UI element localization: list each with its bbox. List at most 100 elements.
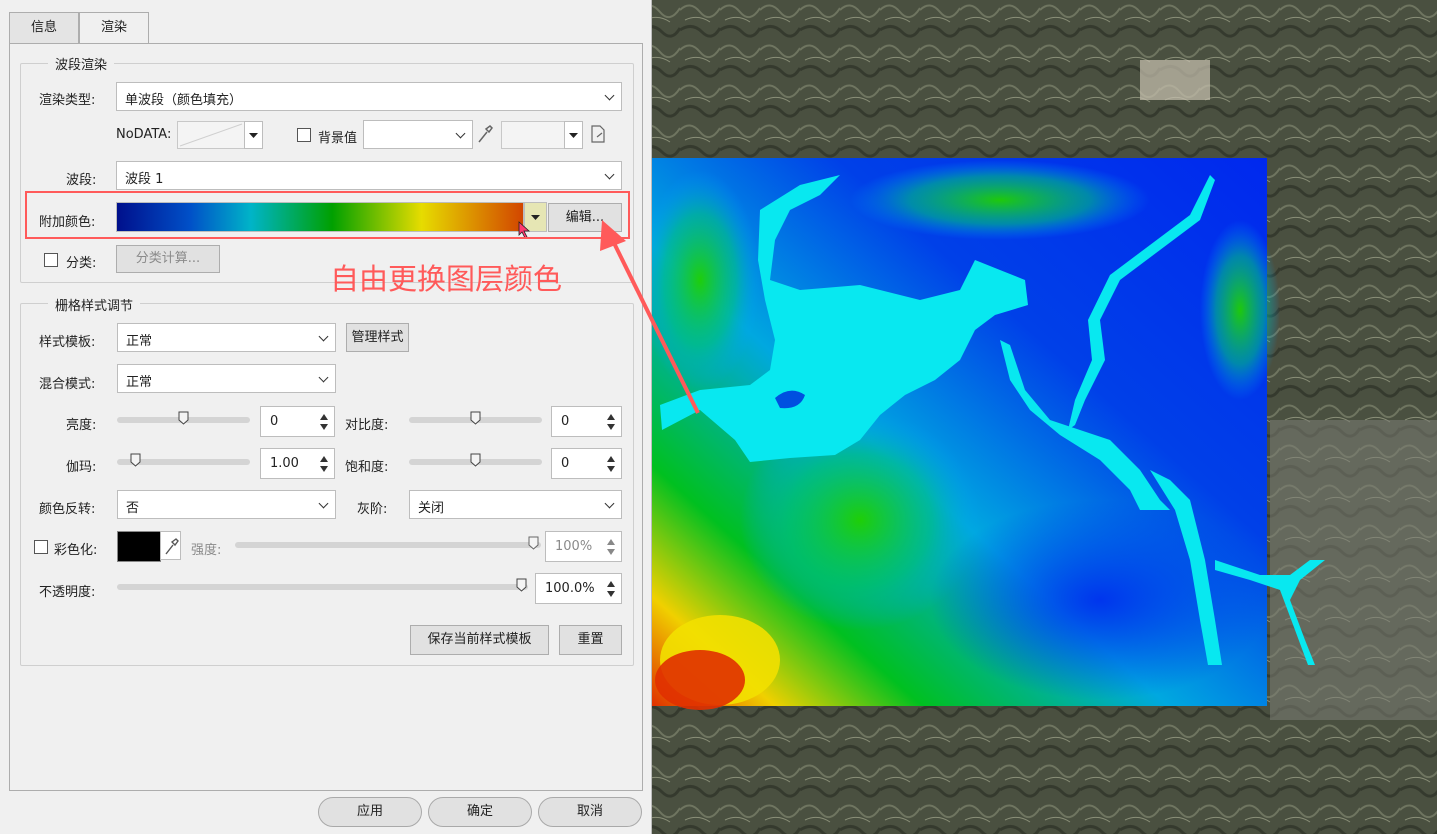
chevron-down-icon <box>318 331 329 342</box>
spin-up-icon[interactable] <box>320 414 328 420</box>
slider-thumb-icon[interactable] <box>470 411 481 425</box>
invert-label: 颜色反转: <box>39 502 96 517</box>
tab-render[interactable]: 渲染 <box>79 12 149 44</box>
strength-slider[interactable] <box>235 542 541 548</box>
highlight-box <box>25 191 630 239</box>
slider-thumb-icon[interactable] <box>516 578 527 592</box>
cancel-button[interactable]: 取消 <box>538 797 642 827</box>
band-value: 波段 1 <box>125 172 164 187</box>
tab-info-label: 信息 <box>30 20 57 35</box>
gamma-value: 1.00 <box>270 456 299 471</box>
saturation-spinbox[interactable]: 0 <box>551 448 622 479</box>
opacity-label: 不透明度: <box>39 585 96 600</box>
brightness-label: 亮度: <box>66 418 97 433</box>
dropdown-icon <box>249 133 258 138</box>
opacity-value: 100.0% <box>545 581 595 596</box>
strength-spinbox[interactable]: 100% <box>545 531 622 562</box>
background-label: 背景值 <box>318 131 358 146</box>
invert-value: 否 <box>126 501 140 516</box>
colorize-label: 彩色化: <box>54 543 98 558</box>
ok-button[interactable]: 确定 <box>428 797 532 827</box>
slider-thumb-icon[interactable] <box>528 536 539 550</box>
export-icon[interactable] <box>590 124 606 144</box>
reset-button[interactable]: 重置 <box>559 625 622 655</box>
raster-style-group <box>20 303 634 666</box>
slider-thumb-icon[interactable] <box>130 453 141 467</box>
spin-down-icon[interactable] <box>607 549 615 555</box>
invert-select[interactable]: 否 <box>117 490 336 519</box>
band-render-title: 波段渲染 <box>48 54 115 73</box>
render-type-label: 渲染类型: <box>39 93 96 108</box>
spin-up-icon[interactable] <box>320 456 328 462</box>
map-view[interactable] <box>652 0 1437 834</box>
nodata-label: NoDATA: <box>116 127 172 142</box>
background-select[interactable] <box>363 120 473 149</box>
eyedropper-icon <box>165 538 179 555</box>
chevron-down-icon <box>318 498 329 509</box>
template-value: 正常 <box>126 334 153 349</box>
tab-render-label: 渲染 <box>100 20 127 35</box>
band-label: 波段: <box>66 173 97 188</box>
band-select[interactable]: 波段 1 <box>116 161 622 190</box>
slider-thumb-icon[interactable] <box>178 411 189 425</box>
quarry-patch <box>1140 60 1210 100</box>
chevron-down-icon <box>455 128 466 139</box>
grayscale-value: 关闭 <box>418 501 445 516</box>
classify-checkbox[interactable] <box>44 253 58 267</box>
empty-color-icon <box>179 123 243 147</box>
eyedropper-icon[interactable] <box>476 123 494 145</box>
colorize-checkbox[interactable] <box>34 540 48 554</box>
spin-up-icon[interactable] <box>607 581 615 587</box>
classify-button[interactable]: 分类计算... <box>116 245 220 273</box>
background-dropdown[interactable] <box>564 121 583 149</box>
tab-info[interactable]: 信息 <box>9 12 79 43</box>
spin-up-icon[interactable] <box>607 539 615 545</box>
saturation-value: 0 <box>561 456 570 471</box>
render-type-value: 单波段（颜色填充） <box>125 93 243 108</box>
colorize-color-swatch[interactable] <box>117 531 161 562</box>
colorize-picker[interactable] <box>160 531 181 560</box>
render-type-select[interactable]: 单波段（颜色填充） <box>116 82 622 111</box>
saturation-label: 饱和度: <box>345 460 389 475</box>
grayscale-select[interactable]: 关闭 <box>409 490 622 519</box>
blend-value: 正常 <box>126 375 153 390</box>
opacity-spinbox[interactable]: 100.0% <box>535 573 622 604</box>
brightness-spinbox[interactable]: 0 <box>260 406 335 437</box>
opacity-slider[interactable] <box>117 584 528 590</box>
spin-down-icon[interactable] <box>320 424 328 430</box>
save-template-button[interactable]: 保存当前样式模板 <box>410 625 549 655</box>
layer-properties-panel: 信息 渲染 波段渲染 渲染类型: 单波段（颜色填充） NoDATA: 背景值 波… <box>0 0 652 834</box>
template-select[interactable]: 正常 <box>117 323 336 352</box>
nodata-dropdown[interactable] <box>244 121 263 149</box>
slider-thumb-icon[interactable] <box>470 453 481 467</box>
arrow-icon <box>600 220 700 414</box>
gamma-spinbox[interactable]: 1.00 <box>260 448 335 479</box>
chevron-down-icon <box>604 90 615 101</box>
spin-down-icon[interactable] <box>607 591 615 597</box>
background-checkbox[interactable] <box>297 128 311 142</box>
spin-down-icon[interactable] <box>607 466 615 472</box>
strength-label: 强度: <box>191 543 222 558</box>
chevron-down-icon <box>604 498 615 509</box>
classify-label: 分类: <box>66 256 97 271</box>
spin-up-icon[interactable] <box>607 456 615 462</box>
spin-down-icon[interactable] <box>320 466 328 472</box>
nodata-color-swatch[interactable] <box>177 121 245 149</box>
dropdown-icon <box>569 133 578 138</box>
grayscale-label: 灰阶: <box>357 502 388 517</box>
strength-value: 100% <box>555 539 593 554</box>
annotation-text: 自由更换图层颜色 <box>330 262 563 296</box>
gamma-label: 伽玛: <box>66 460 97 475</box>
template-label: 样式模板: <box>39 335 96 350</box>
raster-style-title: 栅格样式调节 <box>48 295 141 314</box>
contrast-label: 对比度: <box>345 418 389 433</box>
apply-button[interactable]: 应用 <box>318 797 422 827</box>
background-color-swatch[interactable] <box>501 121 565 149</box>
chevron-down-icon <box>318 372 329 383</box>
blend-select[interactable]: 正常 <box>117 364 336 393</box>
blend-label: 混合模式: <box>39 377 96 392</box>
manage-style-button[interactable]: 管理样式 <box>346 323 409 352</box>
contrast-value: 0 <box>561 414 570 429</box>
urban-area <box>1270 420 1437 720</box>
brightness-value: 0 <box>270 414 279 429</box>
